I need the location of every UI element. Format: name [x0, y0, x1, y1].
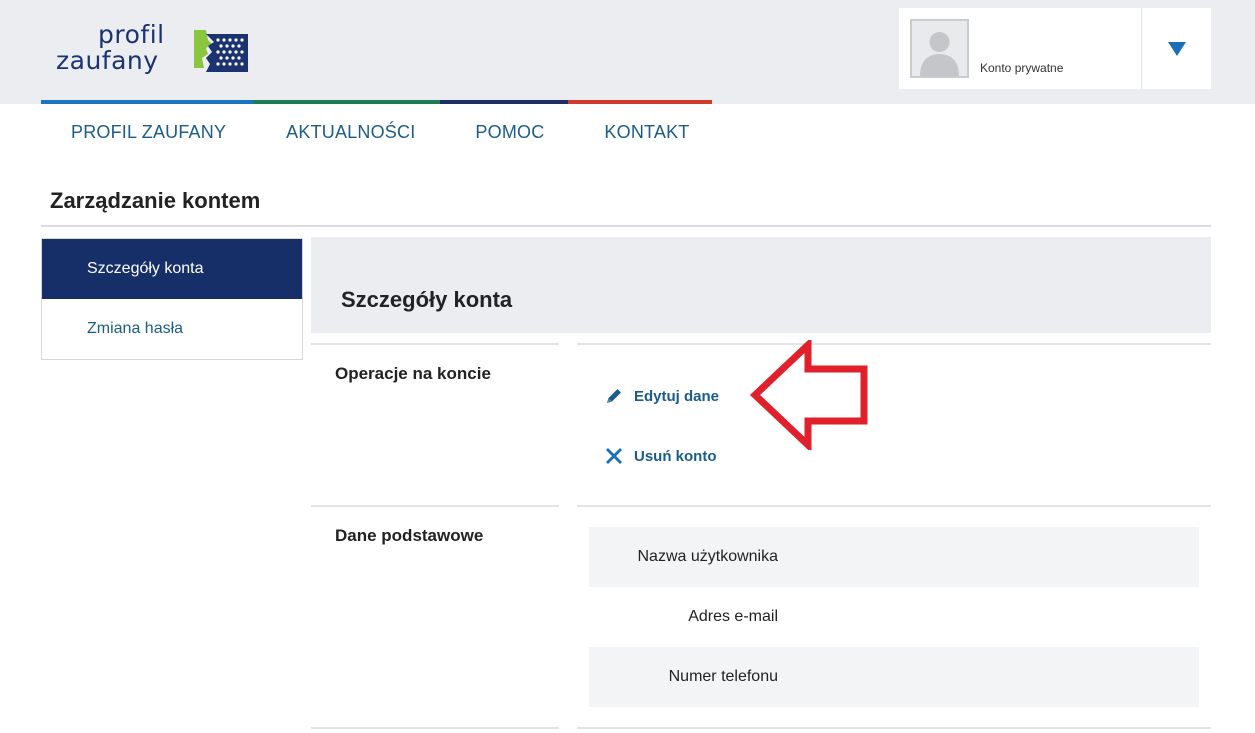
main-nav: PROFIL ZAUFANY AKTUALNOŚCI POMOC KONTAKT	[41, 104, 720, 160]
profil-zaufany-logo[interactable]: profil zaufany	[56, 22, 256, 82]
basic-data-section-label: Dane podstawowe	[335, 526, 484, 545]
avatar	[910, 19, 969, 78]
edit-data-link[interactable]: Edytuj dane	[604, 385, 719, 407]
phone-label: Numer telefonu	[668, 668, 778, 685]
logo-word-profil: profil	[98, 20, 165, 49]
title-divider	[41, 225, 1211, 227]
nav-pomoc[interactable]: POMOC	[445, 104, 574, 160]
sidebar-item-account-details[interactable]: Szczegóły konta	[42, 239, 302, 299]
delete-account-label: Usuń konto	[634, 447, 717, 465]
sidebar-menu: Szczegóły konta Zmiana hasła	[41, 238, 303, 360]
delete-account-link[interactable]: Usuń konto	[604, 445, 717, 467]
panel-title: Szczegóły konta	[341, 287, 513, 312]
account-menu[interactable]: Konto prywatne	[899, 8, 1211, 89]
logo-word-zaufany: zaufany	[56, 46, 159, 75]
section-divider	[577, 727, 1211, 729]
user-silhouette-icon	[920, 32, 959, 76]
section-divider	[577, 343, 1211, 345]
close-icon	[606, 448, 622, 464]
operations-section-label: Operacje na koncie	[335, 364, 491, 383]
section-divider	[311, 505, 559, 507]
section-divider	[311, 343, 559, 345]
page-title: Zarządzanie kontem	[50, 188, 261, 213]
edit-data-label: Edytuj dane	[634, 387, 720, 405]
sidebar-item-change-password[interactable]: Zmiana hasła	[42, 299, 302, 359]
nav-profil-zaufany[interactable]: PROFIL ZAUFANY	[41, 104, 256, 160]
data-row-username: Nazwa użytkownika	[589, 527, 1199, 587]
data-row-phone: Numer telefonu	[589, 647, 1199, 707]
nav-kontakt[interactable]: KONTAKT	[574, 104, 719, 160]
account-dropdown-button[interactable]	[1142, 8, 1211, 89]
section-divider	[577, 505, 1211, 507]
logo-mark-icon	[194, 30, 248, 72]
triangle-down-icon	[1167, 41, 1186, 56]
account-type-label: Konto prywatne	[980, 61, 1064, 75]
panel-header: Szczegóły konta	[311, 237, 1211, 333]
pencil-icon	[607, 389, 621, 403]
email-label: Adres e-mail	[688, 608, 778, 625]
nav-aktualnosci[interactable]: AKTUALNOŚCI	[256, 104, 445, 160]
data-row-email: Adres e-mail	[589, 587, 1199, 647]
section-divider	[311, 727, 559, 729]
username-label: Nazwa użytkownika	[637, 548, 779, 565]
site-header: profil zaufany Konto prywatne	[0, 0, 1255, 104]
arrow-left-icon	[749, 340, 868, 450]
